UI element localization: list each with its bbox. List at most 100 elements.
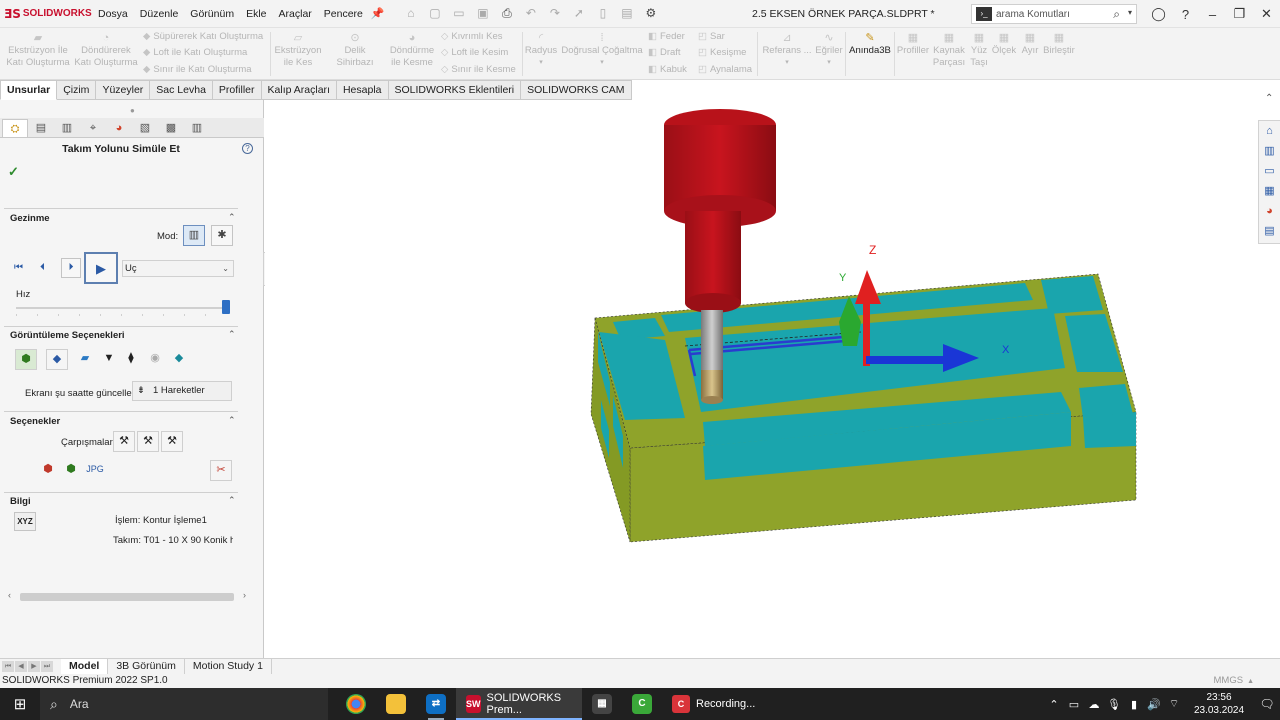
linear-pattern-button[interactable]: ⁞ Doğrusal Çoğaltma ▾ [561,32,643,69]
mode-tool-button[interactable]: ▥ [183,225,205,246]
solidworks-logo[interactable]: ƎS SOLIDWORKS [0,7,92,21]
panel-horizontal-scrollbar[interactable]: ‹ › [8,590,248,604]
sweep-button[interactable]: ◆ Süpürerek Katı Oluşturma [143,31,263,42]
boundary-cut-button[interactable]: ◇ Sınır ile Kesme [441,64,516,75]
notification-icon[interactable]: 🗨 [1254,697,1280,711]
search-input[interactable]: arama Komutları [996,9,1070,20]
home-icon[interactable]: ⌂ [401,6,421,21]
first-tab-icon[interactable]: ⏮ [2,661,14,672]
revolve-cut-button[interactable]: ◕ Döndürme ile Kesme [386,32,438,69]
design-library-icon[interactable]: ▥ [1259,141,1280,161]
speed-slider-thumb[interactable] [222,300,230,314]
tab-sketch[interactable]: Çizim [57,80,97,100]
configuration-manager-icon[interactable]: ⌖ [80,119,106,137]
file-properties-icon[interactable]: ▤ [617,6,637,21]
resources-home-icon[interactable]: ⌂ [1259,121,1280,141]
pin-menu-icon[interactable]: 📌 [371,7,385,20]
simulation-mode-dropdown[interactable]: Uç ⌄ [122,260,234,277]
menu-insert[interactable]: Ekle [240,8,272,20]
file-explorer-icon[interactable]: ▭ [1259,161,1280,181]
weld-part-button[interactable]: ▦ Kaynak Parçası [930,32,968,69]
clock[interactable]: 23:56 23.03.2024 [1184,691,1254,717]
command-search[interactable]: ›_ arama Komutları ⌕ ▾ [971,4,1137,24]
show-stock-icon[interactable]: ⬢ [15,349,37,370]
open-icon[interactable]: ▭ [449,6,469,21]
usb-icon[interactable]: ▮ [1124,698,1144,711]
taskbar-search[interactable]: ⌕ Ara [40,688,328,720]
curves-button[interactable]: ∿ Eğriler ▾ [814,32,844,69]
print-icon[interactable]: ⎙ [497,6,517,21]
combine-button[interactable]: ▦ Birleştir [1042,32,1076,57]
swept-cut-button[interactable]: ◇ Kıvrımlı Kes [441,31,503,42]
scroll-right-icon[interactable]: › [243,590,246,600]
volume-icon[interactable]: 🔊 [1144,698,1164,711]
menu-tools[interactable]: Araçlar [273,8,318,20]
collision-holder-icon[interactable]: ⚒ [137,431,159,452]
menu-window[interactable]: Pencere [318,8,369,20]
xyz-coordinates-button[interactable]: XYZ [14,512,36,531]
split-button[interactable]: ▦ Ayır [1018,32,1042,57]
collision-tool-icon[interactable]: ⚒ [113,431,135,452]
property-manager-icon[interactable]: ▥ [54,119,80,137]
scrollbar-thumb[interactable] [20,593,234,601]
options-gear-icon[interactable]: ⚙ [641,6,661,21]
graphics-area[interactable]: Z Y X [265,100,1280,658]
draft-button[interactable]: ◧ Draft [648,47,681,58]
ok-check-icon[interactable]: ✓ [8,164,19,180]
redo-icon[interactable]: ↷ [545,6,565,21]
microphone-icon[interactable]: 🎙 [1104,698,1124,711]
chevron-down-icon[interactable]: ▾ [561,57,643,69]
scale-button[interactable]: ▦ Ölçek [990,32,1018,57]
minimize-icon[interactable]: – [1199,7,1226,22]
chevron-up-icon[interactable]: ⌃ [1044,698,1064,711]
taskbar-calculator[interactable]: ▦ [582,688,622,720]
show-transparent-stock-icon[interactable]: ▰ [74,349,96,370]
tab-model[interactable]: Model [61,659,109,674]
tab-addins[interactable]: SOLIDWORKS Eklentileri [388,80,522,100]
collision-fixture-icon[interactable]: ⚒ [161,431,183,452]
step-forward-icon[interactable]: ⏵ [61,258,81,278]
battery-icon[interactable]: ▭ [1064,698,1084,711]
tab-motion-study[interactable]: Motion Study 1 [185,659,272,674]
panel-grip[interactable]: ● [130,106,135,115]
windows-start-icon[interactable]: ⊞ [0,695,40,713]
cam-feature-tree-icon[interactable]: ⛭ [2,119,28,137]
hole-wizard-button[interactable]: ⊙ Delik Sihirbazı [326,32,384,69]
profiles-button[interactable]: ▦ Profiller [896,32,930,57]
collapse-section-icon[interactable]: ⌃ [228,495,236,506]
taskbar-chrome[interactable] [336,688,376,720]
boundary-boss-button[interactable]: ◆ Sınır ile Katı Oluşturma [143,64,252,75]
appearance-icon[interactable]: ◕ [106,119,132,137]
shell-button[interactable]: ◧ Kabuk [648,64,687,75]
loft-cut-button[interactable]: ◇ Loft ile Kesim [441,47,508,58]
scroll-left-icon[interactable]: ‹ [8,590,11,600]
show-tool-icon[interactable]: ▼ [98,349,120,370]
mirror-button[interactable]: ◰ Aynalama [698,64,752,75]
tab-3d-views[interactable]: 3B Görünüm [108,659,185,674]
tab-profiles[interactable]: Profiller [212,80,262,100]
tab-features[interactable]: Unsurlar [0,80,58,100]
rib-button[interactable]: ◧ Feder [648,31,685,42]
view-palette-icon[interactable]: ▦ [1259,181,1280,201]
cloud-icon[interactable]: ☁ [1084,698,1104,711]
last-tab-icon[interactable]: ⏭ [41,661,53,672]
taskbar-teamviewer[interactable]: ⇄ [416,688,456,720]
show-tool-path-icon[interactable]: ◉ [144,349,166,370]
revolve-boss-button[interactable]: ◔ Döndürerek Katı Oluşturma [73,32,139,69]
rewind-to-start-icon[interactable]: ⏮ [14,260,36,276]
custom-properties-icon[interactable]: ▤ [1259,221,1280,241]
network-icon[interactable]: ⌔ [1164,697,1184,711]
speed-slider-track[interactable] [16,307,230,309]
show-holder-icon[interactable]: ⧫ [120,349,142,370]
units-selector[interactable]: MMGS ▲ [1214,674,1255,689]
move-face-button[interactable]: ▦ Yüz Taşı [968,32,990,69]
show-part-icon[interactable]: ◆ [46,349,68,370]
close-icon[interactable]: ✕ [1253,6,1280,22]
extrude-boss-button[interactable]: ▰ Ekstrüzyon İle Katı Oluşturma [6,32,70,69]
update-screen-select[interactable]: ⇟ 1 Hareketler [132,381,232,401]
save-icon[interactable]: ▣ [473,6,493,21]
select-icon[interactable]: ➚ [569,6,589,21]
feature-tree-icon[interactable]: ▤ [28,119,54,137]
help-icon[interactable]: ? [242,143,253,154]
collapse-section-icon[interactable]: ⌃ [228,212,236,223]
